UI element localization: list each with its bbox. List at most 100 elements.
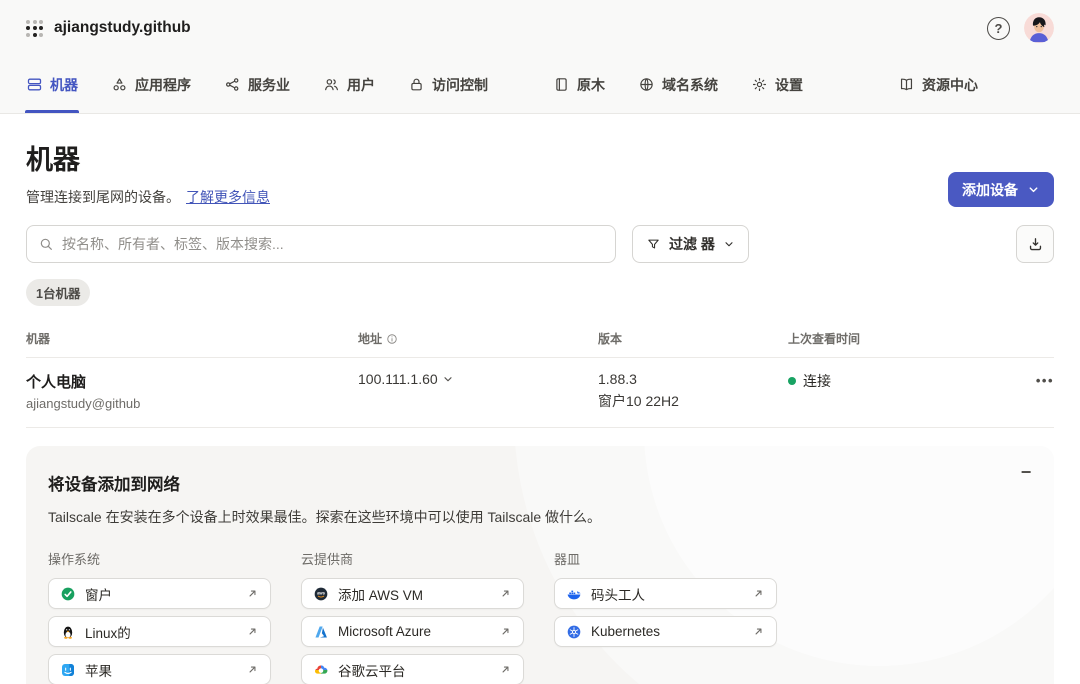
download-button[interactable]: [1016, 225, 1054, 263]
gear-icon: [751, 76, 768, 93]
arrow-up-right-icon: [246, 587, 259, 600]
tab-label: 用户: [347, 75, 375, 95]
add-device-button[interactable]: 添加设备: [948, 172, 1054, 207]
button-label: Microsoft Azure: [338, 624, 490, 639]
azure-icon: [313, 624, 329, 640]
avatar[interactable]: [1024, 13, 1054, 43]
version-value: 1.88.3: [598, 371, 788, 387]
button-stack: 码头工人 Kubernetes: [554, 578, 777, 647]
arrow-up-right-icon: [499, 625, 512, 638]
org-name: ajiangstudy.github: [54, 19, 191, 37]
tailscale-logo-icon: [26, 20, 43, 37]
header-actions: ?: [987, 13, 1054, 43]
filter-button[interactable]: 过滤 器: [632, 225, 749, 263]
chevron-down-icon: [1027, 183, 1040, 196]
table-row: 个人电脑 ajiangstudy@github 100.111.1.60 1.8…: [26, 358, 1054, 428]
tab-label: 设置: [775, 75, 803, 95]
tab-apps[interactable]: 应用程序: [111, 56, 191, 113]
status-label: 连接: [803, 371, 831, 391]
version-cell: 1.88.3 窗户10 22H2: [598, 371, 788, 411]
users-icon: [323, 76, 340, 93]
chevron-down-icon: [442, 373, 454, 385]
svg-text:aws: aws: [317, 590, 326, 595]
primary-nav: 机器 应用程序 服务业 用户 访问控制 原木 域: [0, 56, 1080, 114]
page-head: 机器 管理连接到尾网的设备。 了解更多信息 添加设备: [26, 138, 1054, 207]
tab-machines[interactable]: 机器: [26, 56, 78, 113]
tab-users[interactable]: 用户: [323, 56, 375, 113]
machine-name-link[interactable]: 个人电脑: [26, 371, 358, 392]
learn-more-link[interactable]: 了解更多信息: [186, 187, 270, 207]
last-seen-cell: 连接: [788, 371, 1014, 391]
table-header-row: 机器 地址 版本 上次查看时间: [26, 330, 1054, 358]
machines-icon: [26, 76, 43, 93]
gcp-button[interactable]: 谷歌云平台: [301, 654, 524, 684]
subtitle-text: 管理连接到尾网的设备。: [26, 187, 180, 207]
column-header-machine: 机器: [26, 330, 358, 347]
tab-label: 应用程序: [135, 75, 191, 95]
column-header-last-seen: 上次查看时间: [788, 330, 1014, 347]
windows-button[interactable]: 窗户: [48, 578, 271, 609]
button-stack: 窗户 Linux的 苹果: [48, 578, 271, 684]
linux-button[interactable]: Linux的: [48, 616, 271, 647]
machine-cell: 个人电脑 ajiangstudy@github: [26, 371, 358, 411]
arrow-up-right-icon: [499, 663, 512, 676]
add-devices-card: − 将设备添加到网络 Tailscale 在安装在多个设备上时效果最佳。探索在这…: [26, 446, 1054, 684]
machines-table: 机器 地址 版本 上次查看时间 个人电脑 ajiangstudy@github …: [26, 330, 1054, 428]
arrow-up-right-icon: [499, 587, 512, 600]
help-icon[interactable]: ?: [987, 17, 1010, 40]
tab-settings[interactable]: 设置: [751, 56, 803, 113]
address-dropdown[interactable]: 100.111.1.60: [358, 371, 454, 387]
azure-button[interactable]: Microsoft Azure: [301, 616, 524, 647]
tab-resource-center[interactable]: 资源中心: [898, 56, 978, 113]
tab-label: 原木: [577, 75, 605, 95]
tab-dns[interactable]: 域名系统: [638, 56, 718, 113]
column-header-address: 地址: [358, 330, 598, 347]
column-heading: 器皿: [554, 549, 777, 568]
logs-icon: [553, 76, 570, 93]
machine-owner: ajiangstudy@github: [26, 396, 358, 411]
aws-vm-button[interactable]: aws 添加 AWS VM: [301, 578, 524, 609]
column-heading: 云提供商: [301, 549, 524, 568]
button-label: Kubernetes: [591, 624, 743, 639]
apps-icon: [111, 76, 128, 93]
arrow-up-right-icon: [752, 587, 765, 600]
button-label: 窗户: [85, 584, 237, 604]
toolbar: 过滤 器: [26, 225, 1054, 263]
tab-label: 资源中心: [922, 75, 978, 95]
tab-label: 服务业: [248, 75, 290, 95]
apple-button[interactable]: 苹果: [48, 654, 271, 684]
linux-icon: [60, 624, 76, 640]
button-label: Linux的: [85, 622, 237, 642]
search-input[interactable]: [62, 236, 604, 252]
page-head-left: 机器 管理连接到尾网的设备。 了解更多信息: [26, 138, 270, 207]
kubernetes-button[interactable]: Kubernetes: [554, 616, 777, 647]
column-heading: 操作系统: [48, 549, 271, 568]
row-menu-icon[interactable]: •••: [1036, 373, 1054, 388]
kubernetes-icon: [566, 624, 582, 640]
main-content: 机器 管理连接到尾网的设备。 了解更多信息 添加设备 过滤 器 1台机器: [0, 138, 1080, 684]
column-operating-systems: 操作系统 窗户 Linux的: [48, 549, 271, 684]
page-subtitle: 管理连接到尾网的设备。 了解更多信息: [26, 187, 270, 207]
search-box: [26, 225, 616, 263]
windows-icon: [60, 586, 76, 602]
chevron-down-icon: [723, 238, 735, 250]
address-cell: 100.111.1.60: [358, 371, 598, 389]
info-icon[interactable]: [386, 333, 398, 345]
tab-label: 域名系统: [662, 75, 718, 95]
lock-icon: [408, 76, 425, 93]
tab-logs[interactable]: 原木: [553, 56, 605, 113]
tab-label: 访问控制: [432, 75, 488, 95]
tab-access-controls[interactable]: 访问控制: [408, 56, 488, 113]
services-icon: [224, 76, 241, 93]
card-title: 将设备添加到网络: [48, 471, 1032, 495]
status-dot-connected: [788, 377, 796, 385]
os-value: 窗户10 22H2: [598, 391, 788, 411]
tab-services[interactable]: 服务业: [224, 56, 290, 113]
search-icon: [38, 236, 54, 252]
address-value: 100.111.1.60: [358, 371, 438, 387]
docker-icon: [566, 586, 582, 602]
aws-icon: aws: [313, 586, 329, 602]
card-description: Tailscale 在安装在多个设备上时效果最佳。探索在这些环境中可以使用 Ta…: [48, 507, 1032, 527]
docker-button[interactable]: 码头工人: [554, 578, 777, 609]
column-cloud-providers: 云提供商 aws 添加 AWS VM Microsoft Azure: [301, 549, 524, 684]
